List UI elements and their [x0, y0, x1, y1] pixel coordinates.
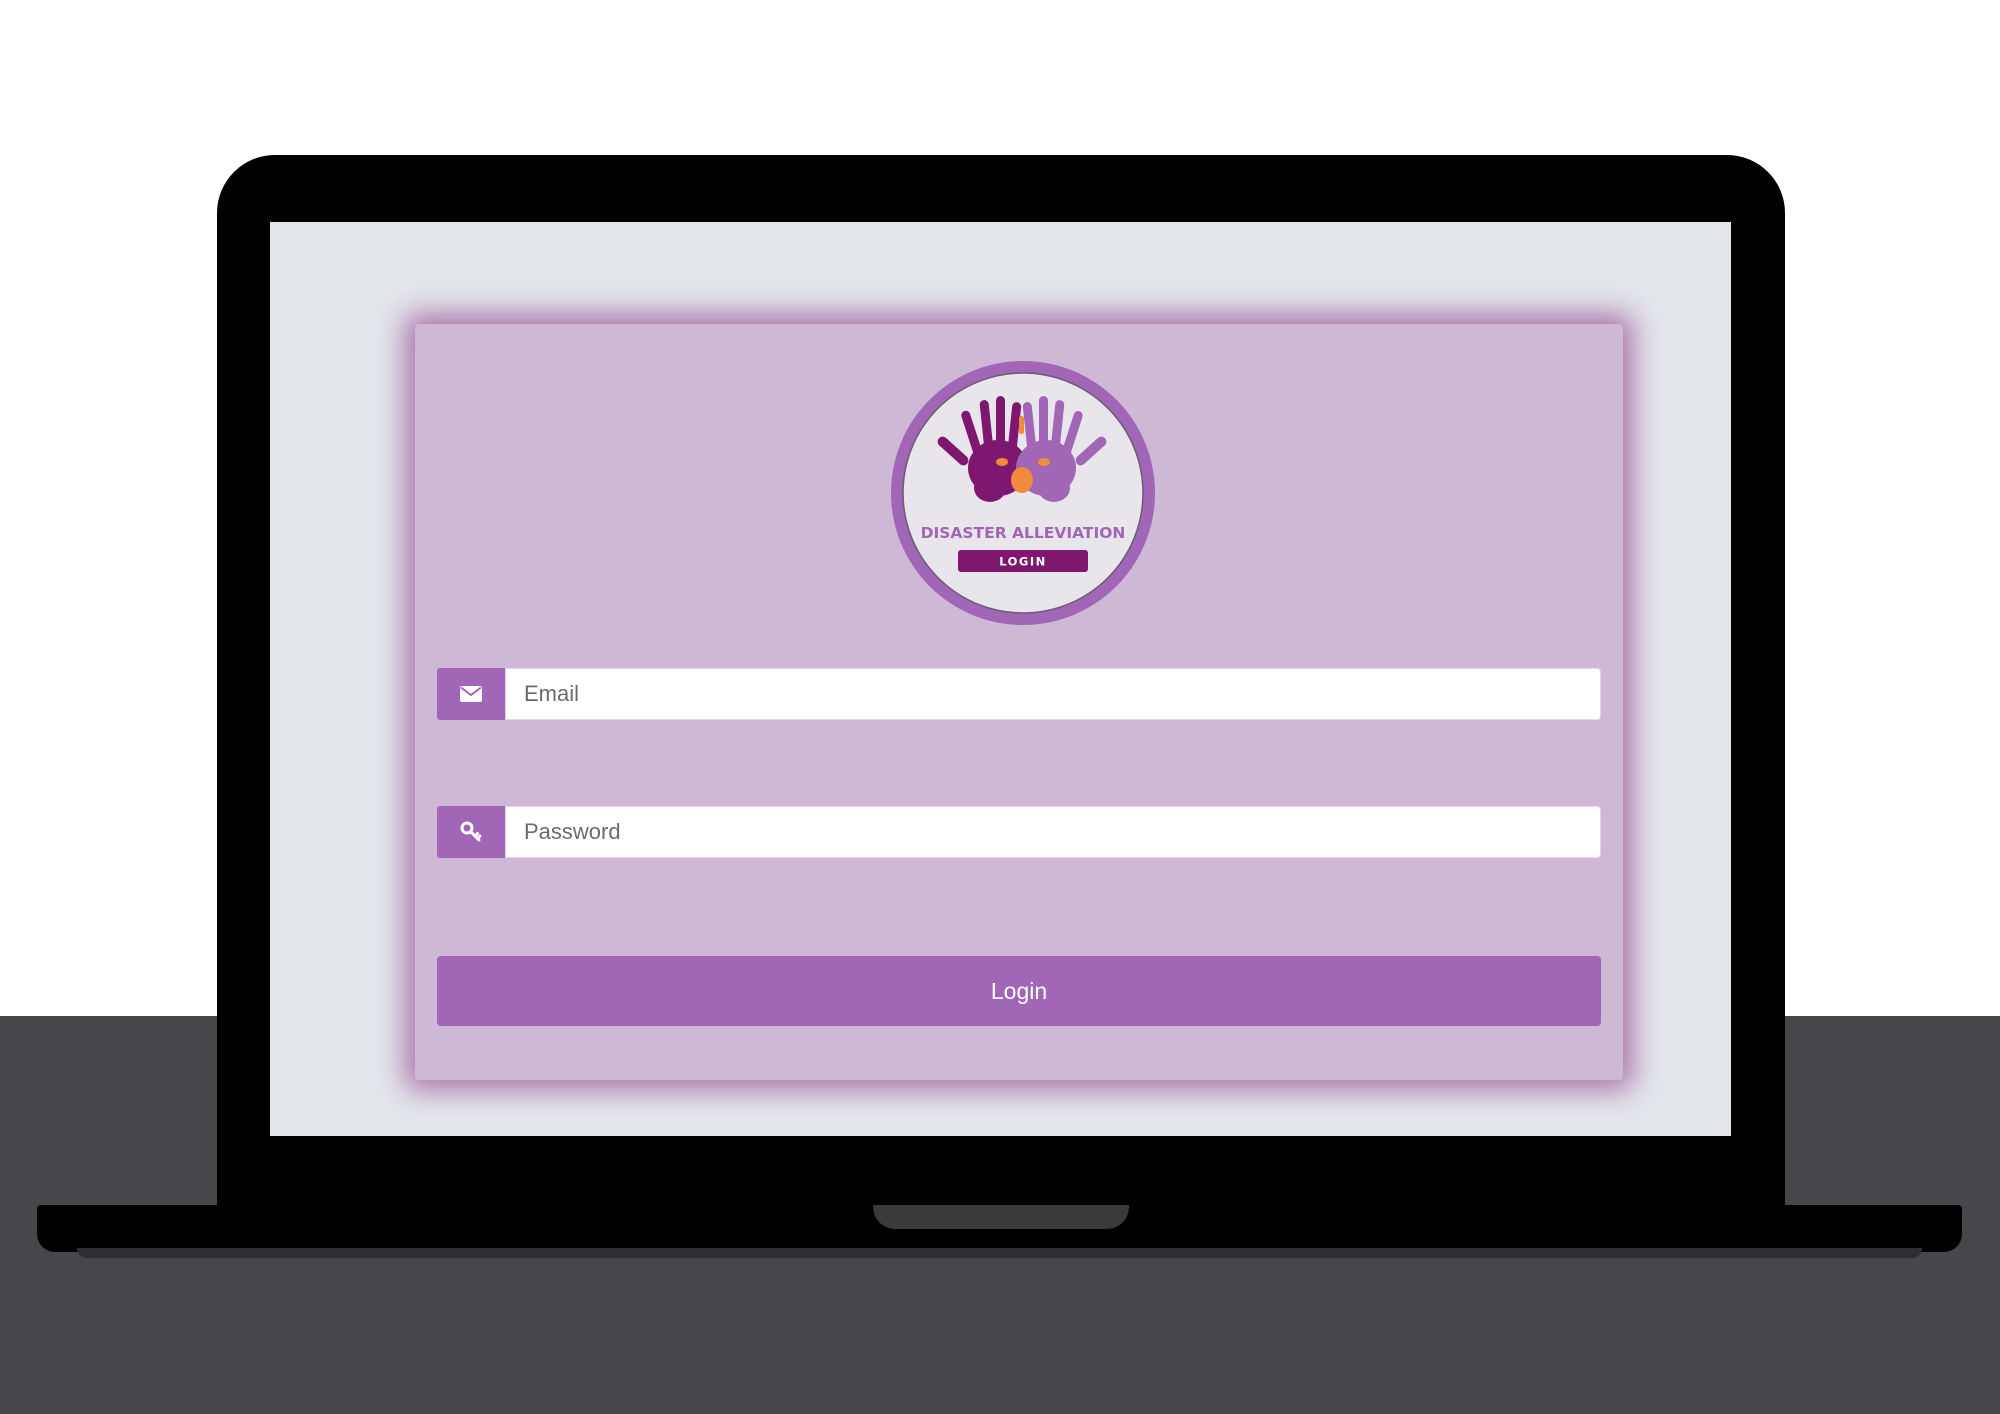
logo-badge: LOGIN [999, 555, 1047, 569]
login-card: DISASTER ALLEVIATION LOGIN Login [415, 324, 1623, 1080]
email-input[interactable] [505, 668, 1601, 720]
laptop-notch [873, 1205, 1129, 1229]
email-input-group [437, 668, 1601, 720]
login-button[interactable]: Login [437, 956, 1601, 1026]
laptop-base-shadow [77, 1248, 1922, 1258]
logo-title: DISASTER ALLEVIATION [921, 524, 1126, 542]
laptop-screen: DISASTER ALLEVIATION LOGIN Login [270, 222, 1731, 1136]
password-input-group [437, 806, 1601, 858]
key-icon [437, 806, 505, 858]
disaster-alleviation-logo: DISASTER ALLEVIATION LOGIN [891, 361, 1155, 625]
password-input[interactable] [505, 806, 1601, 858]
envelope-icon [437, 668, 505, 720]
